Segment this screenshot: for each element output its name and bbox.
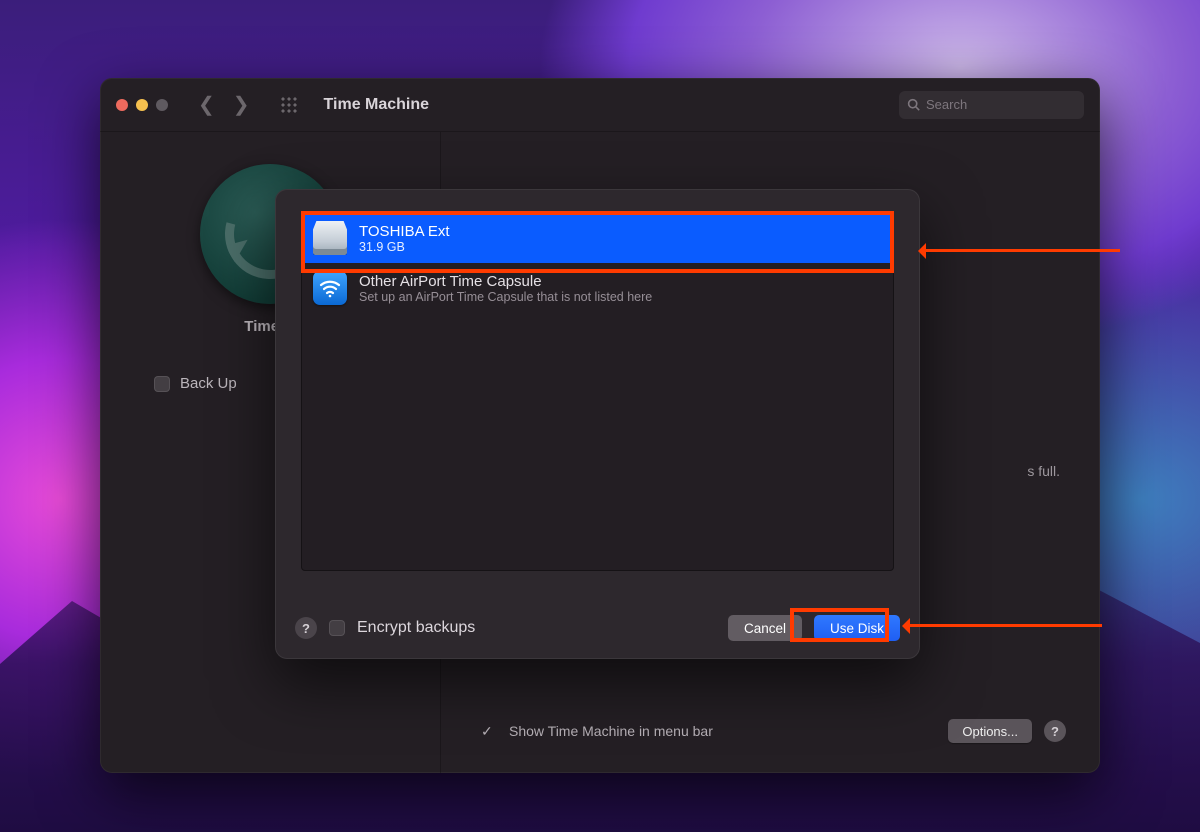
show-in-menubar-checkbox[interactable]: ✓ xyxy=(481,723,497,739)
desktop-wallpaper: ❮ ❯ Time Machine Search Time M Back Up xyxy=(0,0,1200,832)
use-disk-button[interactable]: Use Disk xyxy=(814,615,900,641)
sheet-help-button[interactable]: ? xyxy=(295,617,317,639)
search-icon xyxy=(907,98,920,111)
options-button[interactable]: Options... xyxy=(948,719,1032,743)
window-title: Time Machine xyxy=(324,96,430,114)
help-button[interactable]: ? xyxy=(1044,720,1066,742)
sheet-footer: ? Encrypt backups Cancel Use Disk xyxy=(295,615,900,641)
annotation-arrow-top xyxy=(920,249,1120,252)
encrypt-backups-label: Encrypt backups xyxy=(357,619,475,637)
disk-row-airport[interactable]: Other AirPort Time Capsule Set up an Air… xyxy=(301,263,894,313)
annotation-arrow-bottom xyxy=(904,624,1102,627)
airport-icon xyxy=(313,271,347,305)
zoom-window-button[interactable] xyxy=(156,99,168,111)
backup-automatically-checkbox[interactable] xyxy=(154,376,170,392)
show-in-menubar-label: Show Time Machine in menu bar xyxy=(509,723,713,739)
backup-automatically-label: Back Up xyxy=(180,375,237,392)
window-titlebar: ❮ ❯ Time Machine Search xyxy=(100,78,1100,132)
disk-name: TOSHIBA Ext xyxy=(359,223,450,240)
show-all-prefs-icon[interactable] xyxy=(280,96,298,114)
hard-drive-icon xyxy=(313,221,347,255)
select-disk-sheet: TOSHIBA Ext 31.9 GB Other AirPort Time C… xyxy=(275,189,920,659)
disk-size: 31.9 GB xyxy=(359,240,450,254)
search-field[interactable]: Search xyxy=(899,91,1084,119)
window-traffic-lights xyxy=(116,99,168,111)
encrypt-backups-checkbox[interactable] xyxy=(329,620,345,636)
disk-row-toshiba[interactable]: TOSHIBA Ext 31.9 GB xyxy=(301,213,894,263)
back-button[interactable]: ❮ xyxy=(198,92,215,117)
nav-arrows: ❮ ❯ xyxy=(198,92,250,117)
disk-list: TOSHIBA Ext 31.9 GB Other AirPort Time C… xyxy=(301,213,894,571)
bottom-controls: ✓ Show Time Machine in menu bar Options.… xyxy=(481,719,1066,743)
minimize-window-button[interactable] xyxy=(136,99,148,111)
forward-button[interactable]: ❯ xyxy=(233,92,250,117)
close-window-button[interactable] xyxy=(116,99,128,111)
airport-sub: Set up an AirPort Time Capsule that is n… xyxy=(359,290,652,304)
cancel-button[interactable]: Cancel xyxy=(728,615,802,641)
search-placeholder: Search xyxy=(926,97,967,112)
airport-name: Other AirPort Time Capsule xyxy=(359,273,652,290)
